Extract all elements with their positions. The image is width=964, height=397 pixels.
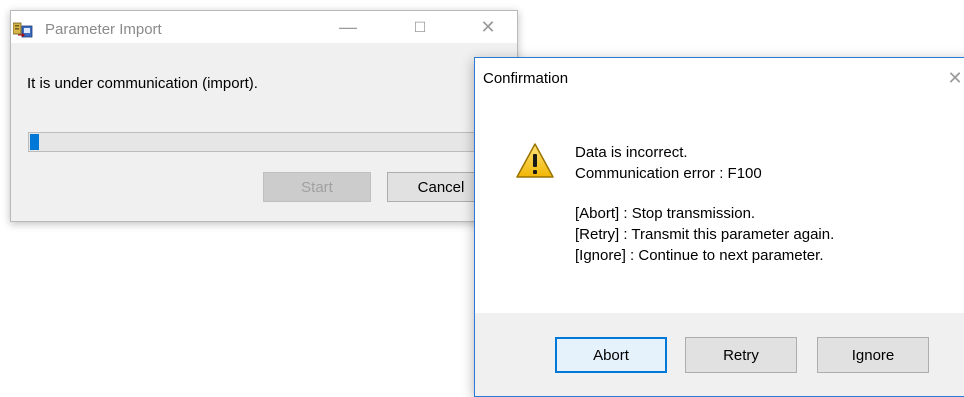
abort-button[interactable]: Abort — [555, 337, 667, 373]
confirmation-close-button[interactable]: ✕ — [940, 63, 964, 93]
parameter-import-app-icon — [13, 22, 33, 38]
retry-button[interactable]: Retry — [685, 337, 797, 373]
confirmation-title: Confirmation — [483, 70, 569, 87]
import-close-button[interactable]: ✕ — [465, 11, 511, 43]
import-title-bar[interactable]: Parameter Import — ☐ ✕ — [11, 11, 517, 43]
message-line: [Retry] : Transmit this parameter again. — [575, 226, 835, 243]
message-line: [Ignore] : Continue to next parameter. — [575, 247, 824, 264]
import-status-message: It is under communication (import). — [27, 75, 258, 92]
import-window-title: Parameter Import — [45, 21, 162, 38]
warning-icon — [516, 143, 554, 178]
confirmation-message: Data is incorrect. Communication error :… — [575, 142, 834, 266]
start-button[interactable]: Start — [263, 172, 371, 202]
parameter-import-window: Parameter Import — ☐ ✕ It is under commu… — [10, 10, 518, 222]
minimize-button[interactable]: — — [325, 11, 371, 43]
maximize-button[interactable]: ☐ — [397, 11, 443, 43]
message-line: Communication error : F100 — [575, 165, 762, 182]
import-progress-bar — [28, 132, 498, 152]
import-progress-fill — [30, 134, 39, 150]
message-line: [Abort] : Stop transmission. — [575, 205, 756, 222]
message-line: Data is incorrect. — [575, 144, 688, 161]
confirmation-dialog: Confirmation ✕ Data is incorrect. Commun… — [474, 57, 964, 397]
ignore-button[interactable]: Ignore — [817, 337, 929, 373]
